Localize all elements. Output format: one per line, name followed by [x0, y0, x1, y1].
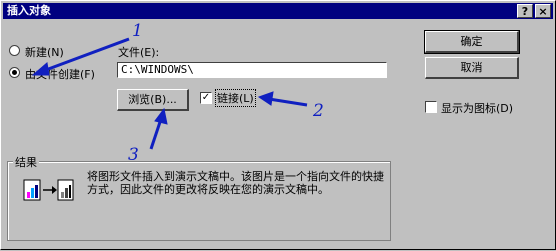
annotation-arrows: [31, 37, 308, 150]
annotation-arrow-3: [149, 118, 163, 150]
annotation-arrow-1: [42, 37, 130, 73]
annotation-arrowhead-3: [154, 107, 168, 125]
annotation-arrowhead-2: [257, 91, 274, 106]
annotation-number-2: 2: [313, 101, 324, 121]
annotation-number-3: 3: [128, 145, 139, 165]
annotation-arrowhead-1: [31, 62, 50, 76]
insert-object-dialog: 插入对象 ? × 新建(N) 由文件创建(F) 文件(E): C:\WINDOW…: [0, 0, 556, 250]
annotation-number-1: 1: [132, 21, 143, 41]
annotation-arrow-2: [268, 97, 308, 107]
